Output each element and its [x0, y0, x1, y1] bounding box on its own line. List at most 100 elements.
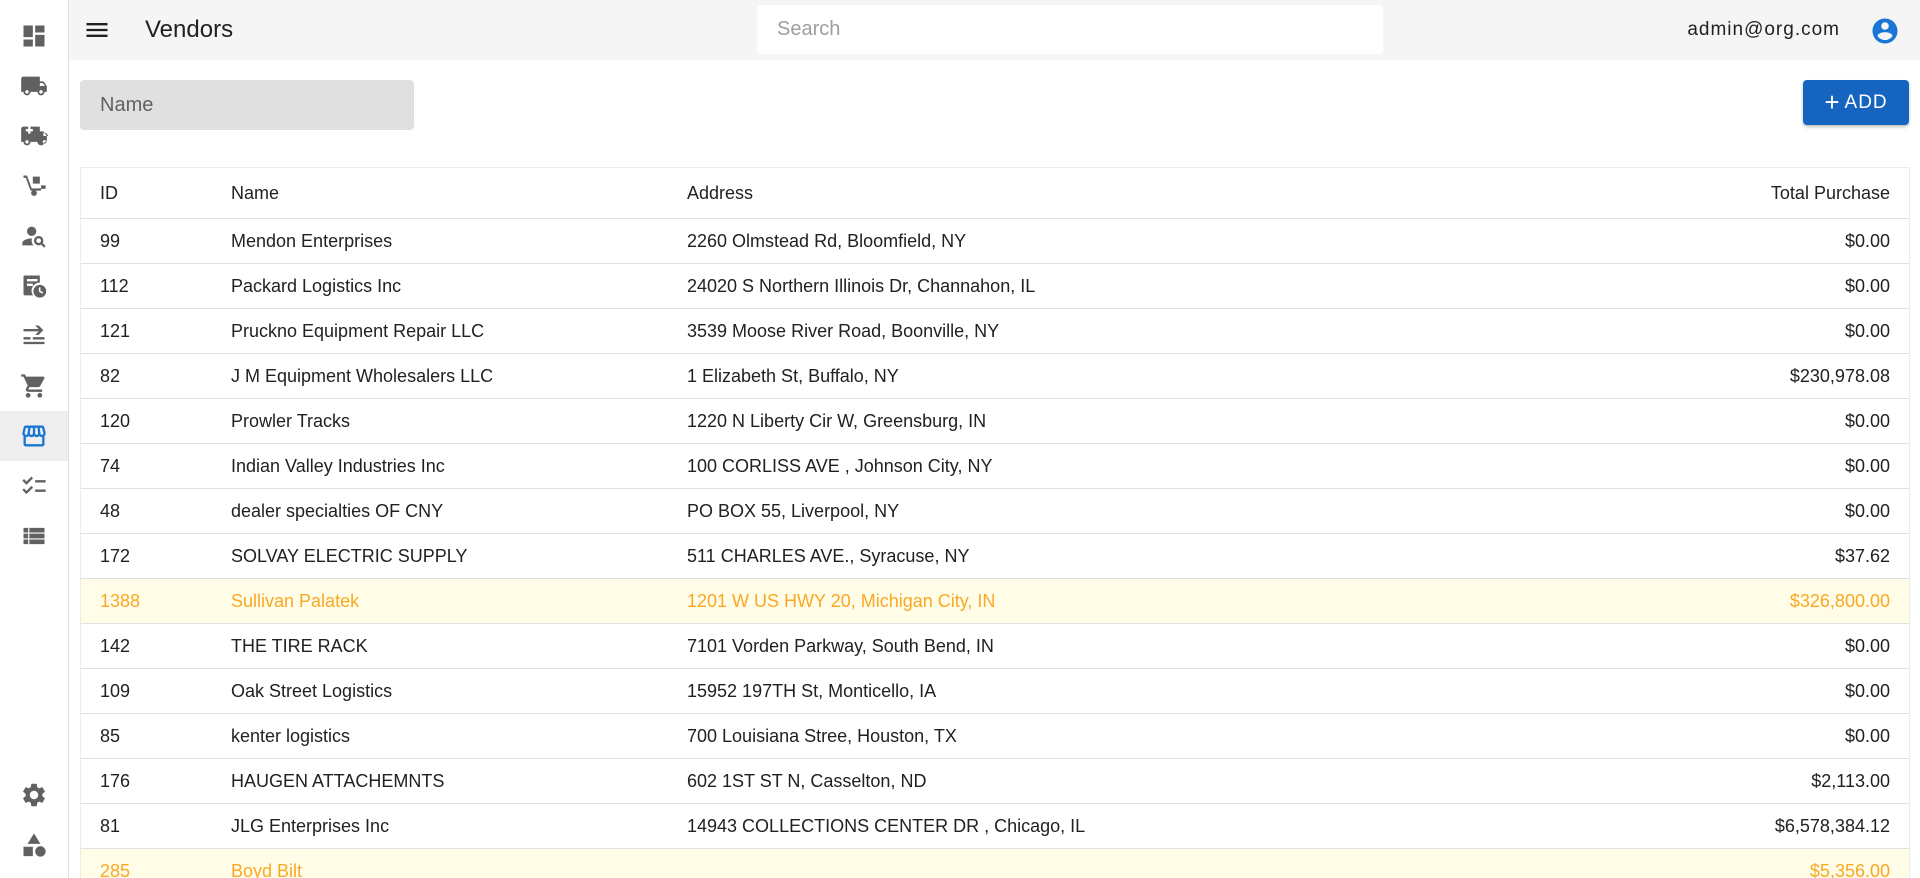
- vendors-table: ID Name Address Total Purchase 99 Mendon …: [80, 167, 1910, 878]
- table-row[interactable]: 172 SOLVAY ELECTRIC SUPPLY 511 CHARLES AVE…: [81, 533, 1909, 579]
- cell-id: 74: [81, 443, 212, 489]
- cell-total-purchase: $0.00: [1571, 713, 1909, 759]
- table-row[interactable]: 1388 Sullivan Palatek 1201 W US HWY 20, Mi…: [81, 578, 1909, 624]
- name-filter-input[interactable]: [80, 80, 414, 130]
- cell-total-purchase: $37.62: [1571, 533, 1909, 579]
- cell-total-purchase: $0.00: [1571, 488, 1909, 534]
- cell-name: Sullivan Palatek: [212, 578, 668, 624]
- column-header-total-purchase[interactable]: Total Purchase: [1571, 168, 1909, 219]
- dashboard-icon: [23, 25, 45, 47]
- nav-vendors[interactable]: [0, 411, 68, 461]
- nav-shapes[interactable]: [0, 820, 68, 870]
- table-row[interactable]: 142 THE TIRE RACK 7101 Vorden Parkway, Sou…: [81, 623, 1909, 669]
- nav-list[interactable]: [0, 511, 68, 561]
- cell-total-purchase: $0.00: [1571, 443, 1909, 489]
- hand-truck-icon: [23, 175, 46, 196]
- search-input[interactable]: [757, 5, 1383, 54]
- table-row[interactable]: 176 HAUGEN ATTACHEMNTS 602 1ST ST N, Casse…: [81, 758, 1909, 804]
- table-row[interactable]: 85 kenter logistics 700 Louisiana Stree, H…: [81, 713, 1909, 759]
- cell-id: 112: [81, 263, 212, 309]
- cell-address: 7101 Vorden Parkway, South Bend, IN: [668, 623, 1571, 669]
- nav-schedule[interactable]: [0, 261, 68, 311]
- cell-id: 142: [81, 623, 212, 669]
- cell-total-purchase: $2,113.00: [1571, 758, 1909, 804]
- list-icon: [23, 527, 45, 545]
- checklist-icon: [22, 476, 46, 495]
- nav-settings[interactable]: [0, 770, 68, 820]
- top-app-bar: Vendors admin@org.com: [69, 0, 1920, 60]
- cell-address: 15952 197TH St, Monticello, IA: [668, 668, 1571, 714]
- cell-name: Pruckno Equipment Repair LLC: [212, 308, 668, 354]
- cell-total-purchase: $0.00: [1571, 668, 1909, 714]
- cell-total-purchase: $0.00: [1571, 398, 1909, 444]
- nav-dashboard[interactable]: [0, 11, 68, 61]
- cell-total-purchase: $326,800.00: [1571, 578, 1909, 624]
- transfer-icon: [23, 325, 45, 345]
- sidebar: [0, 0, 69, 878]
- cell-name: THE TIRE RACK: [212, 623, 668, 669]
- cell-total-purchase: $5,356.00: [1571, 848, 1909, 878]
- column-header-address[interactable]: Address: [668, 168, 1571, 219]
- nav-transfer[interactable]: [0, 311, 68, 361]
- cell-name: JLG Enterprises Inc: [212, 803, 668, 849]
- cell-address: PO BOX 55, Liverpool, NY: [668, 488, 1571, 534]
- cell-address: 1 Elizabeth St, Buffalo, NY: [668, 353, 1571, 399]
- shapes-icon: [23, 833, 46, 857]
- storefront-icon: [22, 425, 46, 447]
- account-circle-icon[interactable]: [1870, 16, 1900, 46]
- column-header-name[interactable]: Name: [212, 168, 668, 219]
- page-title: Vendors: [145, 16, 234, 43]
- cell-id: 48: [81, 488, 212, 534]
- cell-address: 700 Louisiana Stree, Houston, TX: [668, 713, 1571, 759]
- cell-address: 511 CHARLES AVE., Syracuse, NY: [668, 533, 1571, 579]
- nav-hand-truck[interactable]: [0, 161, 68, 211]
- cell-name: SOLVAY ELECTRIC SUPPLY: [212, 533, 668, 579]
- add-vendor-button[interactable]: + ADD: [1803, 80, 1909, 125]
- cell-name: Oak Street Logistics: [212, 668, 668, 714]
- table-header-row: ID Name Address Total Purchase: [81, 168, 1909, 219]
- cell-name: J M Equipment Wholesalers LLC: [212, 353, 668, 399]
- cell-total-purchase: $0.00: [1571, 308, 1909, 354]
- cell-id: 1388: [81, 578, 212, 624]
- nav-person-search[interactable]: [0, 211, 68, 261]
- nav-cart[interactable]: [0, 361, 68, 411]
- cell-total-purchase: $6,578,384.12: [1571, 803, 1909, 849]
- menu-icon[interactable]: [83, 16, 111, 44]
- table-row[interactable]: 48 dealer specialties OF CNY PO BOX 55, Li…: [81, 488, 1909, 534]
- cell-id: 285: [81, 848, 212, 878]
- cell-id: 120: [81, 398, 212, 444]
- cell-name: Prowler Tracks: [212, 398, 668, 444]
- table-row[interactable]: 74 Indian Valley Industries Inc 100 CORLIS…: [81, 443, 1909, 489]
- cell-address: 100 CORLISS AVE , Johnson City, NY: [668, 443, 1571, 489]
- nav-truck[interactable]: [0, 61, 68, 111]
- column-header-id[interactable]: ID: [81, 168, 212, 219]
- user-email: admin@org.com: [1687, 19, 1840, 40]
- cell-name: Boyd Bilt: [212, 848, 668, 878]
- cell-address: 14943 COLLECTIONS CENTER DR , Chicago, I…: [668, 803, 1571, 849]
- cell-address: 602 1ST ST N, Casselton, ND: [668, 758, 1571, 804]
- cell-address: 3539 Moose River Road, Boonville, NY: [668, 308, 1571, 354]
- table-row[interactable]: 82 J M Equipment Wholesalers LLC 1 Elizabe…: [81, 353, 1909, 399]
- cell-address: 24020 S Northern Illinois Dr, Channahon,…: [668, 263, 1571, 309]
- table-row[interactable]: 99 Mendon Enterprises 2260 Olmstead Rd, Bl…: [81, 218, 1909, 264]
- cell-id: 81: [81, 803, 212, 849]
- add-button-label: ADD: [1844, 91, 1888, 113]
- cell-address: 1201 W US HWY 20, Michigan City, IN: [668, 578, 1571, 624]
- cell-id: 176: [81, 758, 212, 804]
- table-row[interactable]: 109 Oak Street Logistics 15952 197TH St, M…: [81, 668, 1909, 714]
- delivery-truck-icon: [21, 126, 48, 146]
- truck-icon: [21, 76, 47, 96]
- nav-delivery[interactable]: [0, 111, 68, 161]
- cell-id: 121: [81, 308, 212, 354]
- nav-checklist[interactable]: [0, 461, 68, 511]
- table-row[interactable]: 285 Boyd Bilt $5,356.00: [81, 848, 1909, 878]
- table-row[interactable]: 120 Prowler Tracks 1220 N Liberty Cir W, G…: [81, 398, 1909, 444]
- cell-address: 2260 Olmstead Rd, Bloomfield, NY: [668, 218, 1571, 264]
- table-row[interactable]: 121 Pruckno Equipment Repair LLC 3539 Moos…: [81, 308, 1909, 354]
- table-row[interactable]: 112 Packard Logistics Inc 24020 S Northern…: [81, 263, 1909, 309]
- cell-name: kenter logistics: [212, 713, 668, 759]
- cell-total-purchase: $0.00: [1571, 218, 1909, 264]
- table-row[interactable]: 81 JLG Enterprises Inc 14943 COLLECTIONS C…: [81, 803, 1909, 849]
- gear-icon: [23, 783, 45, 807]
- cell-id: 85: [81, 713, 212, 759]
